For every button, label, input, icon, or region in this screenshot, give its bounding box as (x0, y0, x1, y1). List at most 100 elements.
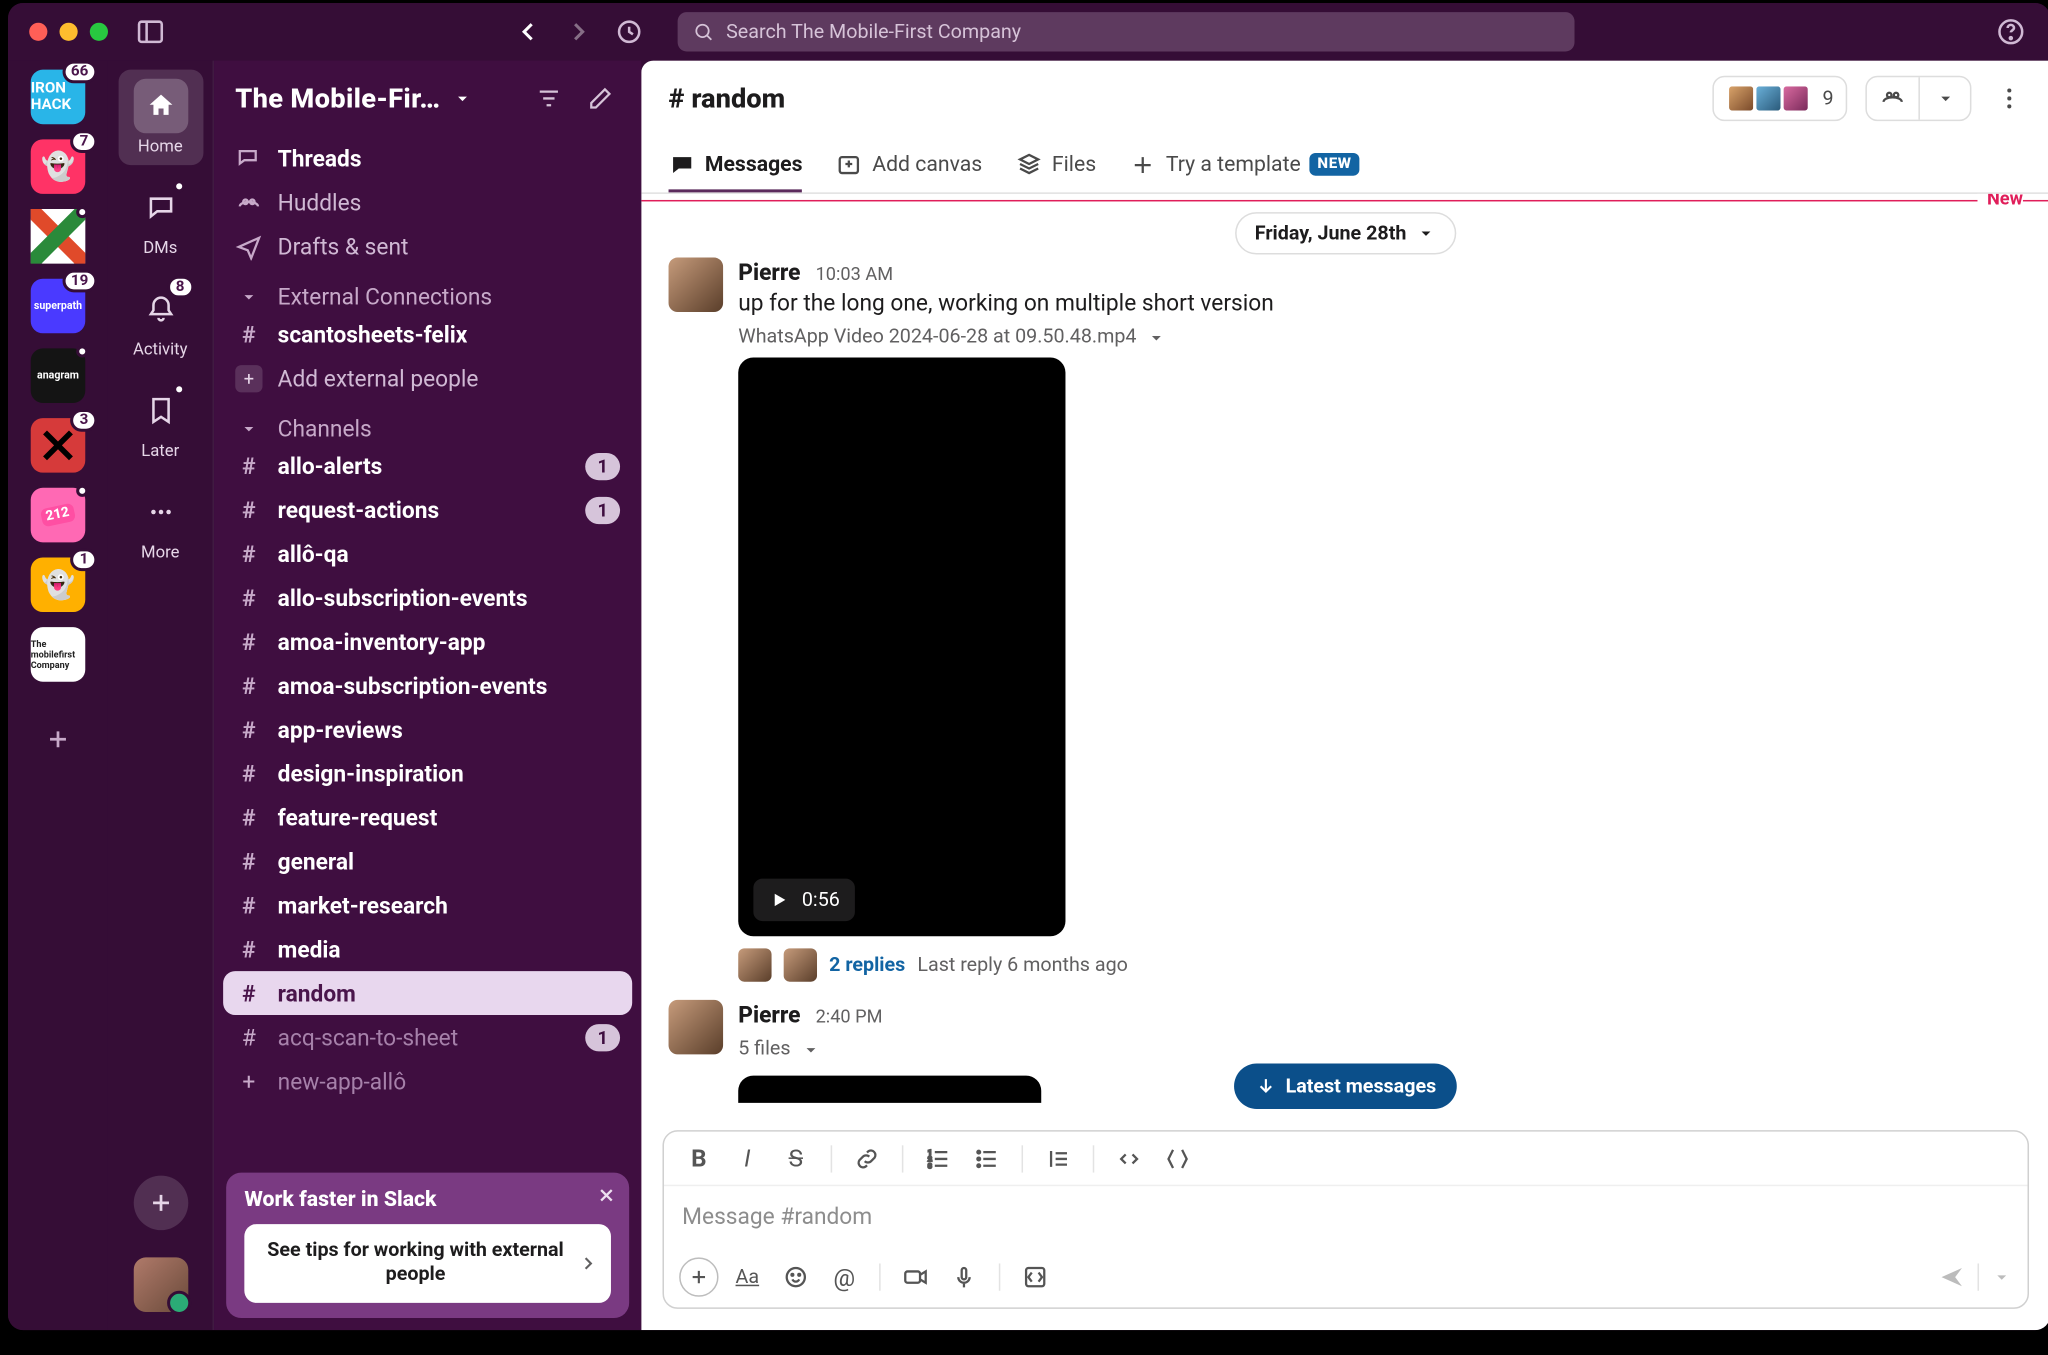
section-external[interactable]: External Connections (214, 268, 641, 312)
filter-button[interactable] (529, 79, 568, 118)
code-button[interactable] (1109, 1138, 1148, 1177)
huddle-button[interactable] (1867, 77, 1919, 119)
external-channel[interactable]: # scantosheets-felix (214, 312, 641, 356)
minimize-window-button[interactable] (60, 23, 78, 41)
channel-item[interactable]: #amoa-inventory-app (214, 620, 641, 664)
video-play-bar[interactable]: 0:56 (753, 879, 855, 921)
sidebar-toggle-icon[interactable] (135, 17, 165, 47)
channel-item[interactable]: +new-app-allô (214, 1059, 641, 1103)
composer-input[interactable]: Message #random (664, 1186, 2028, 1247)
tab-template[interactable]: Try a template NEW (1129, 136, 1359, 192)
tab-messages[interactable]: Messages (669, 136, 803, 192)
nav-activity[interactable]: 8 Activity (118, 273, 203, 368)
search-input[interactable]: Search The Mobile-First Company (678, 12, 1575, 51)
workspace-tile[interactable]: 3 (31, 418, 86, 473)
channel-item[interactable]: #market-research (214, 883, 641, 927)
channel-title[interactable]: # random (669, 83, 786, 115)
banner-close-button[interactable] (596, 1184, 617, 1205)
video-attachment-peek[interactable] (738, 1076, 1041, 1103)
channel-item[interactable]: #random (223, 971, 632, 1015)
members-button[interactable]: 9 (1712, 76, 1847, 121)
forward-button[interactable] (562, 17, 592, 47)
help-button[interactable] (1996, 17, 2026, 47)
workspace-tile[interactable]: 212 (31, 488, 86, 543)
create-new-button[interactable] (133, 1176, 188, 1231)
sidebar-drafts[interactable]: Drafts & sent (214, 224, 641, 268)
back-button[interactable] (514, 17, 544, 47)
reply-count[interactable]: 2 replies (829, 954, 905, 977)
thread-replies[interactable]: 2 replies Last reply 6 months ago (738, 948, 2023, 981)
bold-button[interactable]: B (679, 1138, 718, 1177)
bullet-list-button[interactable] (967, 1138, 1006, 1177)
mention-button[interactable]: @ (825, 1257, 864, 1296)
workspace-switcher[interactable]: The Mobile-Fir… (214, 61, 641, 137)
send-menu-button[interactable] (1991, 1267, 2012, 1288)
message-timestamp[interactable]: 2:40 PM (816, 1006, 883, 1027)
nav-more[interactable]: More (118, 476, 203, 571)
sidebar-threads[interactable]: Threads (214, 136, 641, 180)
reply-avatar (784, 948, 817, 981)
sidebar-huddles[interactable]: Huddles (214, 180, 641, 224)
close-window-button[interactable] (29, 23, 47, 41)
latest-messages-button[interactable]: Latest messages (1234, 1064, 1457, 1109)
channel-item[interactable]: #allo-subscription-events (214, 576, 641, 620)
attachment-header[interactable]: WhatsApp Video 2024-06-28 at 09.50.48.mp… (738, 326, 2023, 349)
channel-settings-button[interactable] (1996, 85, 2023, 112)
channel-item[interactable]: #general (214, 839, 641, 883)
huddle-menu-button[interactable] (1918, 77, 1970, 119)
message-timestamp[interactable]: 10:03 AM (816, 264, 894, 285)
channel-item[interactable]: #feature-request (214, 795, 641, 839)
workspace-tile[interactable]: superpath19 (31, 279, 86, 334)
banner-card[interactable]: See tips for working with external peopl… (244, 1223, 611, 1303)
workspace-tile[interactable]: 👻7 (31, 139, 86, 194)
compose-button[interactable] (581, 79, 620, 118)
channel-item[interactable]: #design-inspiration (214, 751, 641, 795)
nav-home[interactable]: Home (118, 70, 203, 165)
add-workspace-button[interactable] (31, 712, 86, 767)
history-button[interactable] (614, 17, 644, 47)
link-button[interactable] (847, 1138, 886, 1177)
audio-clip-button[interactable] (944, 1257, 983, 1296)
user-avatar[interactable] (133, 1257, 188, 1312)
tab-files[interactable]: Files (1016, 136, 1097, 192)
channel-item[interactable]: #request-actions1 (214, 488, 641, 532)
channel-item[interactable]: #allô-qa (214, 532, 641, 576)
workspace-tile[interactable]: IRON HACK66 (31, 70, 86, 125)
message-list[interactable]: New Friday, June 28th Pierre 10:03 AM up… (641, 194, 2048, 1130)
nav-later[interactable]: Later (118, 374, 203, 469)
workspace-tile[interactable]: anagram (31, 348, 86, 403)
channel-item[interactable]: #acq-scan-to-sheet1 (214, 1015, 641, 1059)
message-author[interactable]: Pierre (738, 259, 800, 286)
attachment-name: WhatsApp Video 2024-06-28 at 09.50.48.mp… (738, 326, 1136, 349)
nav-dms[interactable]: DMs (118, 171, 203, 266)
blockquote-button[interactable] (1038, 1138, 1077, 1177)
channel-item[interactable]: #media (214, 927, 641, 971)
attach-button[interactable] (679, 1257, 718, 1296)
workspace-tile[interactable]: The mobilefirst Company (31, 627, 86, 682)
video-attachment[interactable]: 0:56 (738, 358, 1065, 937)
channel-item[interactable]: #allo-alerts1 (214, 444, 641, 488)
channel-item[interactable]: #app-reviews (214, 707, 641, 751)
message-avatar[interactable] (669, 1000, 724, 1055)
tab-canvas[interactable]: Add canvas (836, 136, 982, 192)
ordered-list-button[interactable]: 123 (919, 1138, 958, 1177)
channel-item[interactable]: #amoa-subscription-events (214, 664, 641, 708)
message-author[interactable]: Pierre (738, 1001, 800, 1028)
attachment-header[interactable]: 5 files (738, 1038, 2023, 1061)
codeblock-button[interactable] (1158, 1138, 1197, 1177)
workspace-tile[interactable] (31, 209, 86, 264)
format-toggle-button[interactable]: Aa (728, 1257, 767, 1296)
add-external-people[interactable]: + Add external people (214, 356, 641, 400)
send-button[interactable] (1938, 1263, 1965, 1290)
shortcuts-button[interactable] (1015, 1257, 1054, 1296)
message-avatar[interactable] (669, 258, 724, 313)
strike-button[interactable]: S (776, 1138, 815, 1177)
emoji-button[interactable] (776, 1257, 815, 1296)
date-chip[interactable]: Friday, June 28th (1235, 212, 1456, 254)
italic-button[interactable]: I (728, 1138, 767, 1177)
channel-name: app-reviews (278, 716, 403, 743)
maximize-window-button[interactable] (90, 23, 108, 41)
video-clip-button[interactable] (896, 1257, 935, 1296)
section-channels[interactable]: Channels (214, 400, 641, 444)
workspace-tile[interactable]: 👻1 (31, 557, 86, 612)
